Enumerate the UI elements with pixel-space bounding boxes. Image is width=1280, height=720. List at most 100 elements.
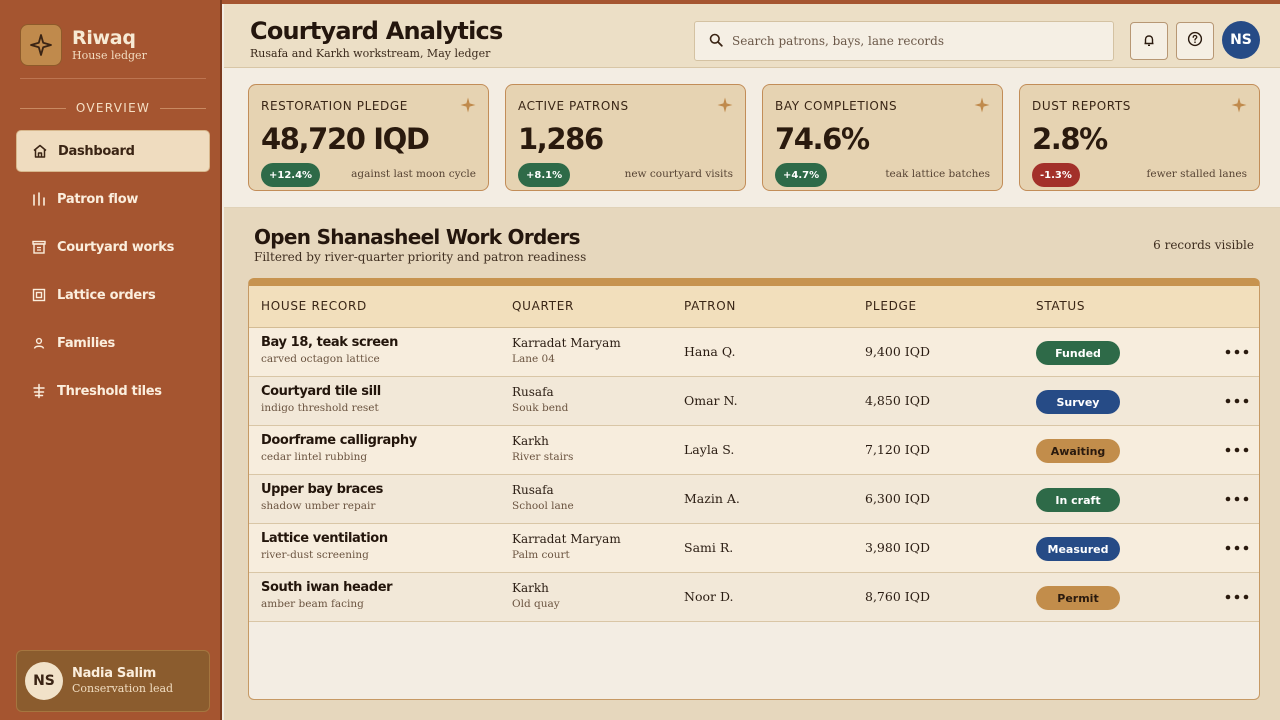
status-badge: In craft bbox=[1036, 488, 1120, 512]
kpi-value: 1,286 bbox=[518, 122, 604, 156]
kpi-card-bay-completions: BAY COMPLETIONS 74.6% +4.7% teak lattice… bbox=[762, 84, 1003, 191]
table-row[interactable]: Courtyard tile sill indigo threshold res… bbox=[249, 377, 1259, 426]
record-title: Doorframe calligraphy bbox=[261, 433, 417, 448]
kpi-value: 48,720 IQD bbox=[261, 122, 430, 156]
table-row[interactable]: Doorframe calligraphy cedar lintel rubbi… bbox=[249, 426, 1259, 475]
grid-square-icon bbox=[31, 287, 47, 303]
page-title: Courtyard Analytics bbox=[250, 17, 503, 45]
lane: Souk bend bbox=[512, 402, 569, 414]
more-options-icon[interactable] bbox=[1223, 489, 1251, 509]
help-icon bbox=[1187, 31, 1203, 51]
bell-icon bbox=[1142, 32, 1156, 51]
more-options-icon[interactable] bbox=[1223, 587, 1251, 607]
quarter: Karkh bbox=[512, 581, 549, 595]
sidebar-section-header: OVERVIEW bbox=[20, 100, 206, 116]
pledge: 6,300 IQD bbox=[865, 491, 930, 506]
record-title: Courtyard tile sill bbox=[261, 384, 381, 399]
record-description: amber beam facing bbox=[261, 598, 364, 610]
column-header-status[interactable]: STATUS bbox=[1036, 299, 1085, 313]
status-badge: Measured bbox=[1036, 537, 1120, 561]
sidebar-item-label: Lattice orders bbox=[57, 287, 156, 303]
sidebar-item-label: Threshold tiles bbox=[57, 383, 162, 399]
kpi-label: BAY COMPLETIONS bbox=[775, 99, 898, 113]
change-badge: -1.3% bbox=[1032, 163, 1080, 187]
user-role: Conservation lead bbox=[72, 682, 174, 695]
avatar[interactable]: NS bbox=[1222, 21, 1260, 59]
more-options-icon[interactable] bbox=[1223, 538, 1251, 558]
user-name: Nadia Salim bbox=[72, 666, 157, 681]
patron: Noor D. bbox=[684, 589, 734, 604]
brand[interactable]: Riwaq House ledger bbox=[20, 24, 147, 66]
sidebar-item-label: Patron flow bbox=[57, 191, 139, 207]
search-icon bbox=[709, 32, 723, 51]
quarter: Karradat Maryam bbox=[512, 532, 621, 546]
table-row[interactable]: Bay 18, teak screen carved octagon latti… bbox=[249, 328, 1259, 377]
search-input[interactable] bbox=[732, 34, 1092, 48]
sidebar: Riwaq House ledger OVERVIEW Dashboard Pa… bbox=[0, 0, 222, 720]
column-header-quarter[interactable]: QUARTER bbox=[512, 299, 574, 313]
bars-icon bbox=[31, 191, 47, 207]
notifications-button[interactable] bbox=[1130, 22, 1168, 60]
kpi-section: RESTORATION PLEDGE 48,720 IQD +12.4% aga… bbox=[224, 68, 1280, 208]
search-box[interactable] bbox=[694, 21, 1114, 61]
lane: Lane 04 bbox=[512, 353, 555, 365]
lane: Old quay bbox=[512, 598, 560, 610]
page-subtitle: Rusafa and Karkh workstream, May ledger bbox=[250, 47, 491, 60]
brand-subtitle: House ledger bbox=[72, 49, 147, 62]
quarter: Karkh bbox=[512, 434, 549, 448]
kpi-note: fewer stalled lanes bbox=[1146, 168, 1248, 180]
help-button[interactable] bbox=[1176, 22, 1214, 60]
user-card[interactable]: NS Nadia Salim Conservation lead bbox=[16, 650, 210, 712]
sidebar-item-label: Courtyard works bbox=[57, 239, 175, 255]
header: Courtyard Analytics Rusafa and Karkh wor… bbox=[224, 4, 1280, 68]
column-header-house-record[interactable]: HOUSE RECORD bbox=[261, 299, 367, 313]
kpi-note: against last moon cycle bbox=[351, 168, 476, 180]
sidebar-nav: Dashboard Patron flow Courtyard works La… bbox=[16, 130, 210, 418]
record-description: shadow umber repair bbox=[261, 500, 376, 512]
sidebar-item-threshold-tiles[interactable]: Threshold tiles bbox=[16, 370, 210, 412]
kpi-note: teak lattice batches bbox=[885, 168, 990, 180]
record-title: South iwan header bbox=[261, 580, 393, 595]
table-header: HOUSE RECORD QUARTER PATRON PLEDGE STATU… bbox=[249, 286, 1259, 328]
record-title: Upper bay braces bbox=[261, 482, 383, 497]
kpi-label: ACTIVE PATRONS bbox=[518, 99, 629, 113]
table-row[interactable]: South iwan header amber beam facing Kark… bbox=[249, 573, 1259, 622]
column-header-patron[interactable]: PATRON bbox=[684, 299, 736, 313]
more-options-icon[interactable] bbox=[1223, 440, 1251, 460]
sidebar-item-lattice-orders[interactable]: Lattice orders bbox=[16, 274, 210, 316]
quarter: Rusafa bbox=[512, 483, 554, 497]
sidebar-item-families[interactable]: Families bbox=[16, 322, 210, 364]
patron: Layla S. bbox=[684, 442, 735, 457]
kpi-card-restoration-pledge: RESTORATION PLEDGE 48,720 IQD +12.4% aga… bbox=[248, 84, 489, 191]
record-description: cedar lintel rubbing bbox=[261, 451, 368, 463]
quarter: Rusafa bbox=[512, 385, 554, 399]
column-header-pledge[interactable]: PLEDGE bbox=[865, 299, 917, 313]
more-options-icon[interactable] bbox=[1223, 342, 1251, 362]
sidebar-item-courtyard-works[interactable]: Courtyard works bbox=[16, 226, 210, 268]
pledge: 3,980 IQD bbox=[865, 540, 930, 555]
kpi-label: RESTORATION PLEDGE bbox=[261, 99, 408, 113]
home-icon bbox=[32, 143, 48, 159]
record-description: indigo threshold reset bbox=[261, 402, 379, 414]
more-options-icon[interactable] bbox=[1223, 391, 1251, 411]
kpi-card-active-patrons: ACTIVE PATRONS 1,286 +8.1% new courtyard… bbox=[505, 84, 746, 191]
sidebar-item-dashboard[interactable]: Dashboard bbox=[16, 130, 210, 172]
lane: School lane bbox=[512, 500, 574, 512]
person-icon bbox=[31, 335, 47, 351]
avatar: NS bbox=[25, 662, 63, 700]
sparkle-icon bbox=[974, 97, 990, 117]
records-count: 6 records visible bbox=[1153, 238, 1254, 252]
work-orders-table: HOUSE RECORD QUARTER PATRON PLEDGE STATU… bbox=[248, 278, 1260, 700]
sidebar-item-patron-flow[interactable]: Patron flow bbox=[16, 178, 210, 220]
section-title: Open Shanasheel Work Orders bbox=[254, 225, 581, 249]
pledge: 9,400 IQD bbox=[865, 344, 930, 359]
kpi-value: 74.6% bbox=[775, 122, 870, 156]
record-description: carved octagon lattice bbox=[261, 353, 380, 365]
sidebar-item-label: Families bbox=[57, 335, 115, 351]
quarter: Karradat Maryam bbox=[512, 336, 621, 350]
tile-icon bbox=[31, 383, 47, 399]
kpi-label: DUST REPORTS bbox=[1032, 99, 1131, 113]
lane: River stairs bbox=[512, 451, 574, 463]
table-row[interactable]: Upper bay braces shadow umber repair Rus… bbox=[249, 475, 1259, 524]
table-row[interactable]: Lattice ventilation river-dust screening… bbox=[249, 524, 1259, 573]
